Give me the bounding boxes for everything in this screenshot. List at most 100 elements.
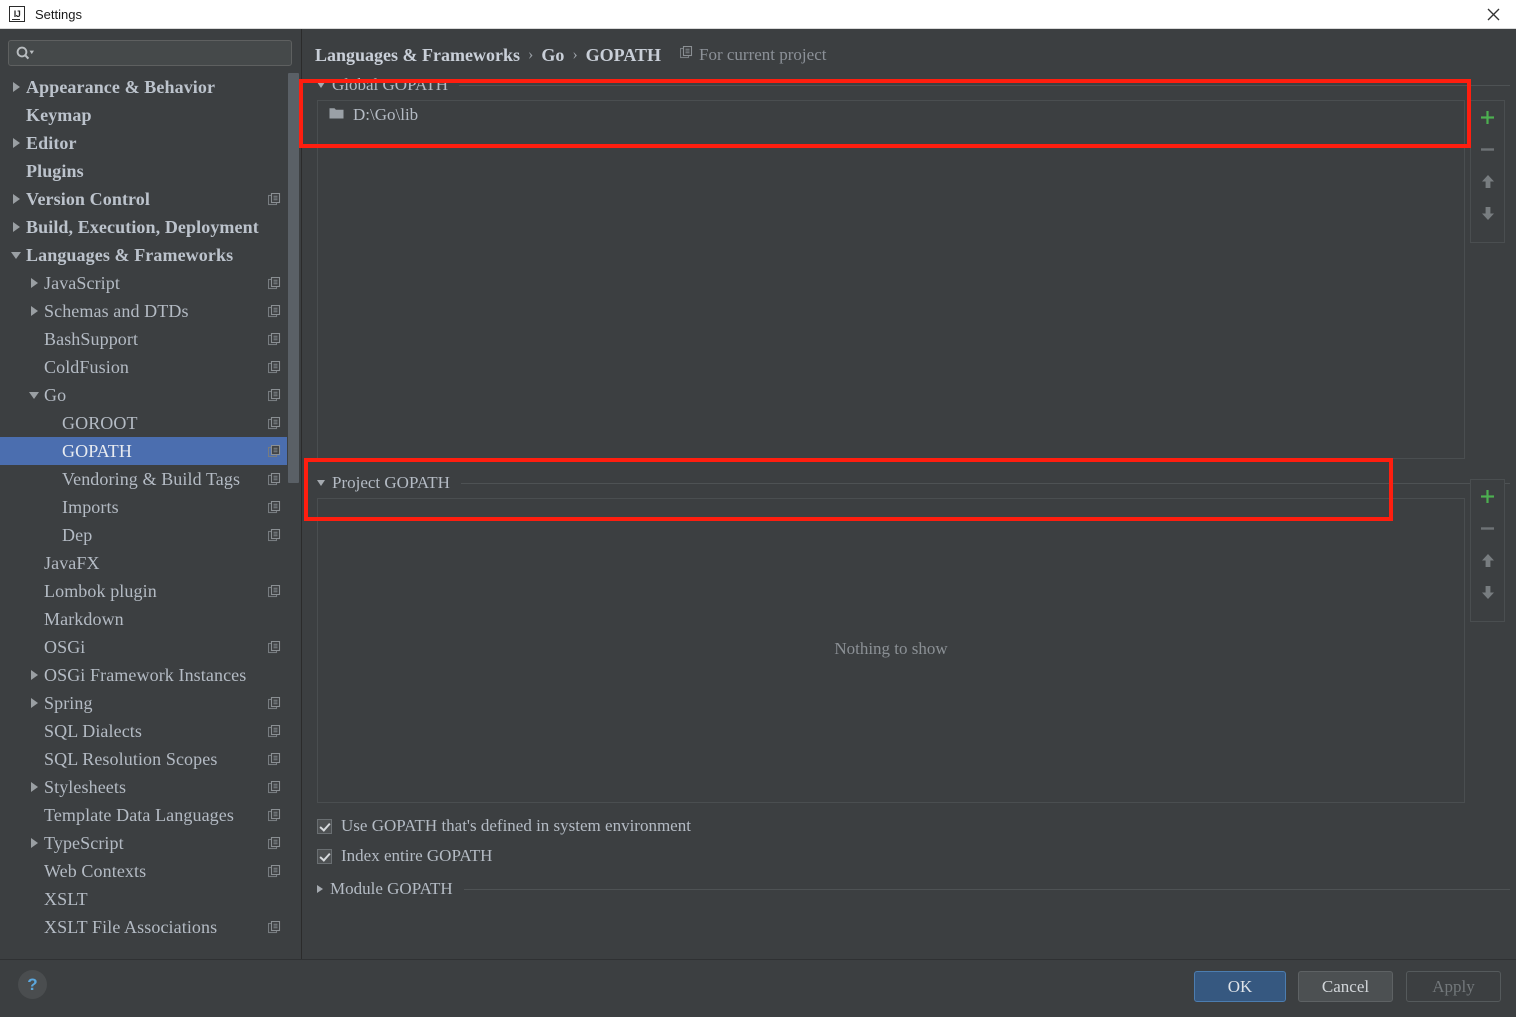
sidebar-item-spring[interactable]: Spring (0, 689, 287, 717)
help-button-label: ? (27, 975, 38, 994)
sidebar-item-languages-frameworks[interactable]: Languages & Frameworks (0, 241, 287, 269)
sidebar-item-xslt-file-associations[interactable]: XSLT File Associations (0, 913, 287, 941)
sidebar-item-osgi[interactable]: OSGi (0, 633, 287, 661)
sidebar-item-typescript[interactable]: TypeScript (0, 829, 287, 857)
sidebar-item-javascript[interactable]: JavaScript (0, 269, 287, 297)
sidebar-item-lombok-plugin[interactable]: Lombok plugin (0, 577, 287, 605)
project-scope-icon (267, 360, 281, 374)
sidebar-item-coldfusion[interactable]: ColdFusion (0, 353, 287, 381)
dialog-footer: ? (0, 959, 1516, 1017)
sidebar-item-javafx[interactable]: JavaFX (0, 549, 287, 577)
breadcrumb-segment[interactable]: Languages & Frameworks (315, 45, 520, 66)
sidebar-item-go[interactable]: Go (0, 381, 287, 409)
sidebar-item-vendoring-build-tags[interactable]: Vendoring & Build Tags (0, 465, 287, 493)
chevron-right-icon[interactable] (24, 306, 44, 316)
sidebar-item-label: OSGi (44, 636, 86, 657)
arrow-down-icon[interactable] (1471, 197, 1504, 229)
project-scope-icon (267, 808, 281, 822)
chevron-right-icon[interactable] (6, 82, 26, 92)
chevron-right-icon[interactable] (6, 194, 26, 204)
chevron-down-icon[interactable] (6, 251, 26, 259)
list-item[interactable]: D:\Go\lib (318, 101, 1464, 128)
project-scope-icon (267, 444, 281, 458)
chevron-right-icon[interactable] (24, 782, 44, 792)
chevron-right-icon[interactable] (317, 885, 323, 893)
sidebar-item-version-control[interactable]: Version Control (0, 185, 287, 213)
sidebar-item-dep[interactable]: Dep (0, 521, 287, 549)
breadcrumb-segment[interactable]: GOPATH (586, 45, 661, 66)
search-box[interactable] (8, 40, 292, 66)
section-divider (463, 888, 1510, 890)
project-gopath-list[interactable]: Nothing to show (317, 498, 1465, 803)
chevron-right-icon[interactable] (24, 838, 44, 848)
project-scope-icon (267, 864, 281, 878)
project-scope-icon (267, 752, 281, 766)
help-button[interactable]: ? (18, 970, 47, 999)
project-scope-icon (267, 528, 281, 542)
sidebar-item-sql-dialects[interactable]: SQL Dialects (0, 717, 287, 745)
module-gopath-section-header[interactable]: Module GOPATH (302, 877, 1516, 901)
use-system-gopath-checkbox[interactable] (317, 818, 332, 834)
ok-button[interactable]: OK (1194, 971, 1286, 1002)
sidebar-item-schemas-and-dtds[interactable]: Schemas and DTDs (0, 297, 287, 325)
sidebar-item-label: Imports (62, 496, 119, 517)
sidebar-item-appearance-behavior[interactable]: Appearance & Behavior (0, 73, 287, 101)
arrow-down-icon[interactable] (1471, 576, 1504, 608)
sidebar-item-stylesheets[interactable]: Stylesheets (0, 773, 287, 801)
use-system-gopath-row[interactable]: Use GOPATH that's defined in system envi… (302, 811, 1516, 841)
apply-button[interactable]: Apply (1406, 971, 1501, 1002)
breadcrumb-separator: › (572, 46, 578, 63)
chevron-down-icon[interactable] (317, 82, 325, 88)
sidebar-item-label: BashSupport (44, 328, 139, 349)
breadcrumb-scope: For current project (679, 45, 826, 65)
index-entire-gopath-checkbox[interactable] (317, 848, 332, 864)
sidebar-item-editor[interactable]: Editor (0, 129, 287, 157)
sidebar-item-imports[interactable]: Imports (0, 493, 287, 521)
sidebar-item-osgi-framework-instances[interactable]: OSGi Framework Instances (0, 661, 287, 689)
remove-gopath-button[interactable] (1471, 133, 1504, 165)
sidebar-item-xslt[interactable]: XSLT (0, 885, 287, 913)
project-gopath-section-header[interactable]: Project GOPATH (302, 471, 1516, 495)
sidebar-item-keymap[interactable]: Keymap (0, 101, 287, 129)
chevron-down-icon[interactable] (24, 391, 44, 399)
sidebar-item-sql-resolution-scopes[interactable]: SQL Resolution Scopes (0, 745, 287, 773)
chevron-right-icon[interactable] (6, 138, 26, 148)
project-scope-icon (267, 696, 281, 710)
chevron-right-icon[interactable] (6, 222, 26, 232)
global-gopath-list[interactable]: D:\Go\lib (317, 100, 1465, 459)
global-gopath-section-header[interactable]: Global GOPATH (302, 73, 1516, 97)
sidebar-item-bashsupport[interactable]: BashSupport (0, 325, 287, 353)
project-scope-icon (267, 836, 281, 850)
search-input[interactable] (35, 41, 291, 65)
breadcrumb-segment[interactable]: Go (541, 45, 564, 66)
sidebar-scrollbar-thumb[interactable] (288, 73, 299, 483)
settings-sidebar: Appearance & Behavior Keymap Editor Plugins… (0, 29, 302, 959)
sidebar-item-web-contexts[interactable]: Web Contexts (0, 857, 287, 885)
project-scope-icon (267, 724, 281, 738)
chevron-right-icon[interactable] (24, 278, 44, 288)
sidebar-item-label: JavaScript (44, 272, 120, 293)
sidebar-item-label: Lombok plugin (44, 580, 157, 601)
sidebar-item-label: Languages & Frameworks (26, 244, 234, 265)
remove-project-gopath-button[interactable] (1471, 512, 1504, 544)
project-scope-icon (267, 276, 281, 290)
index-entire-gopath-row[interactable]: Index entire GOPATH (302, 841, 1516, 871)
arrow-up-icon[interactable] (1471, 544, 1504, 576)
sidebar-item-markdown[interactable]: Markdown (0, 605, 287, 633)
sidebar-item-gopath[interactable]: GOPATH (0, 437, 287, 465)
add-gopath-button[interactable] (1471, 101, 1504, 133)
project-scope-icon (267, 584, 281, 598)
index-entire-gopath-label: Index entire GOPATH (341, 846, 493, 865)
chevron-right-icon[interactable] (24, 698, 44, 708)
add-project-gopath-button[interactable] (1471, 480, 1504, 512)
chevron-down-icon[interactable] (317, 480, 325, 486)
cancel-button[interactable]: Cancel (1298, 971, 1393, 1002)
close-icon[interactable] (1470, 0, 1516, 28)
sidebar-item-label: Version Control (26, 188, 151, 209)
sidebar-item-template-data-languages[interactable]: Template Data Languages (0, 801, 287, 829)
chevron-right-icon[interactable] (24, 670, 44, 680)
arrow-up-icon[interactable] (1471, 165, 1504, 197)
sidebar-item-plugins[interactable]: Plugins (0, 157, 287, 185)
sidebar-item-goroot[interactable]: GOROOT (0, 409, 287, 437)
sidebar-item-build-execution-deployment[interactable]: Build, Execution, Deployment (0, 213, 287, 241)
